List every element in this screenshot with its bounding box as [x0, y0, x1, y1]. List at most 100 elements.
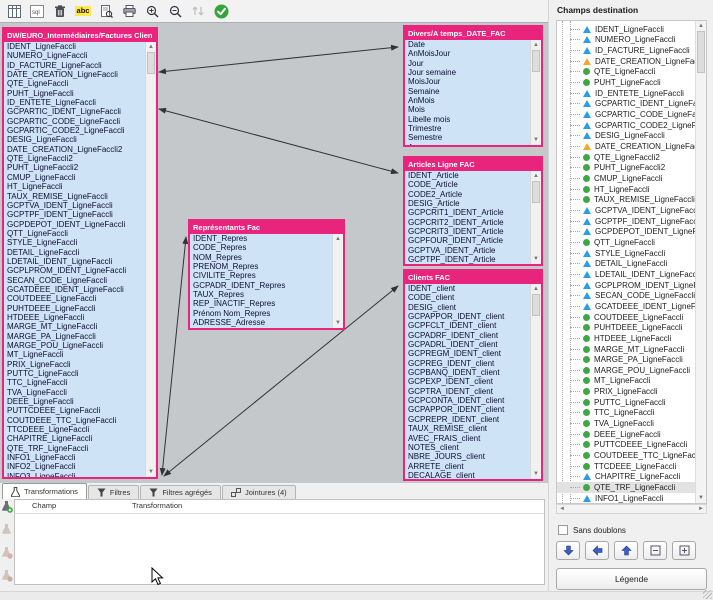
table-title[interactable]: DW/EURO_Intermédiaires/Factures Clien [4, 29, 156, 42]
table-scrollbar[interactable]: ▲ ▼ [530, 40, 541, 145]
table-field[interactable]: STYLE_LigneFaccli [4, 238, 156, 247]
add-transformation-icon[interactable] [1, 500, 13, 518]
destination-field[interactable]: GCPTVA_IDENT_LigneFaccli [557, 205, 706, 216]
table-field[interactable]: HTDEEE_LigneFaccli [4, 313, 156, 322]
entity-table-divers[interactable]: Divers/A temps_DATE_FAC DateAnMoisJourJo… [403, 25, 543, 147]
table-field[interactable]: GCPCRIT1_IDENT_Article [405, 208, 541, 217]
table-field[interactable]: GCPDEPOT_IDENT_LigneFaccli [4, 220, 156, 229]
table-field[interactable]: GCPFCLT_IDENT_client [405, 321, 541, 330]
table-field[interactable]: NUMERO_LigneFaccli [4, 51, 156, 60]
table-field[interactable]: MARGE_MT_LigneFaccli [4, 322, 156, 331]
table-field[interactable]: HT_LigneFaccli [4, 182, 156, 191]
destination-field[interactable]: QTE_LigneFaccli2 [557, 152, 706, 163]
scroll-up-icon[interactable]: ▲ [531, 172, 541, 180]
tab-transformations[interactable]: Transformations [2, 483, 87, 499]
table-field[interactable]: GCATDEEE_IDENT_LigneFaccli [4, 285, 156, 294]
diagram-canvas[interactable]: DW/EURO_Intermédiaires/Factures Clien ID… [0, 22, 548, 483]
join-line[interactable] [159, 47, 398, 72]
zoom-in-icon[interactable] [144, 3, 160, 19]
join-line[interactable] [159, 109, 398, 173]
table-field[interactable]: GCPADRL_IDENT_client [405, 340, 541, 349]
table-field[interactable]: TTC_LigneFaccli [4, 378, 156, 387]
destination-field[interactable]: DEEE_LigneFaccli [557, 429, 706, 440]
destination-field[interactable]: DETAIL_LigneFaccli [557, 258, 706, 269]
table-title[interactable]: Divers/A temps_DATE_FAC [405, 27, 541, 40]
table-field[interactable]: INFO2_LigneFaccli [4, 462, 156, 471]
table-field[interactable]: NOTES_client [405, 443, 541, 452]
table-field[interactable]: QTE_TRF_LigneFaccli [4, 444, 156, 453]
destination-field[interactable]: NUMERO_LigneFaccli [557, 35, 706, 46]
sans-doublons-checkbox[interactable] [558, 525, 568, 535]
table-title[interactable]: Clients FAC [405, 271, 541, 284]
destination-field[interactable]: CHAPITRE_LigneFaccli [557, 472, 706, 483]
destination-field[interactable]: QTE_TRF_LigneFaccli [557, 482, 706, 493]
zoom-out-icon[interactable] [167, 3, 183, 19]
table-field[interactable]: COUTDEEE_TTC_LigneFaccli [4, 416, 156, 425]
table-field[interactable]: PUHT_LigneFaccli2 [4, 163, 156, 172]
destination-field[interactable]: CMUP_LigneFaccli [557, 173, 706, 184]
scroll-up-icon[interactable]: ▲ [696, 22, 706, 30]
table-field[interactable]: QTE_LigneFaccli2 [4, 154, 156, 163]
entity-table-factures[interactable]: DW/EURO_Intermédiaires/Factures Clien ID… [2, 27, 158, 479]
table-field[interactable]: PRIX_LigneFaccli [4, 360, 156, 369]
table-grid-icon[interactable] [6, 3, 22, 19]
destination-field[interactable]: QTE_LigneFaccli [557, 67, 706, 78]
table-field[interactable]: GCPCONTA_IDENT_client [405, 396, 541, 405]
tab-filtres-agreges[interactable]: Filtres agrégés [140, 485, 221, 499]
table-field[interactable]: GCPADRF_IDENT_client [405, 331, 541, 340]
table-field[interactable]: ID_ENTETE_LigneFaccli [4, 98, 156, 107]
destination-field[interactable]: PUTTCDEEE_LigneFaccli [557, 440, 706, 451]
destination-field[interactable]: TAUX_REMISE_LigneFaccli [557, 195, 706, 206]
table-field[interactable]: ADRESSE_Adresse [190, 318, 343, 327]
table-field[interactable]: GCPAPPOR_IDENT_client [405, 312, 541, 321]
table-field[interactable]: INFO1_LigneFaccli [4, 453, 156, 462]
move-down-button[interactable] [556, 541, 580, 560]
table-field[interactable]: AVEC_FRAIS_client [405, 434, 541, 443]
table-field[interactable]: AnMoisJour [405, 49, 541, 58]
table-field[interactable]: TVA_LigneFaccli [4, 388, 156, 397]
table-field[interactable]: SECAN_CODE_LigneFaccli [4, 276, 156, 285]
scroll-thumb[interactable] [532, 50, 540, 72]
destination-field[interactable]: DESIG_LigneFaccli [557, 131, 706, 142]
destination-field[interactable]: HTDEEE_LigneFaccli [557, 333, 706, 344]
scroll-up-icon[interactable]: ▲ [531, 41, 541, 49]
scroll-up-icon[interactable]: ▲ [333, 235, 343, 243]
destination-field[interactable]: LDETAIL_IDENT_LigneFaccli [557, 269, 706, 280]
table-field[interactable]: CIVILITE_Repres [190, 271, 343, 280]
table-field[interactable]: GCPTPF_IDENT_LigneFaccli [4, 210, 156, 219]
tab-filtres[interactable]: Filtres [88, 485, 139, 499]
destination-field[interactable]: GCATDEEE_IDENT_LigneFaccli [557, 301, 706, 312]
table-field[interactable]: COUTDEEE_LigneFaccli [4, 294, 156, 303]
scroll-right-icon[interactable]: ► [698, 506, 704, 512]
table-field[interactable]: CODE_Article [405, 180, 541, 189]
destination-field[interactable]: COUTDEEE_TTC_LigneFaccli [557, 450, 706, 461]
legende-button[interactable]: Légende [556, 568, 707, 590]
entity-table-representants[interactable]: Représentants Fac IDENT_RepresCODE_Repre… [188, 219, 345, 330]
destination-field[interactable]: GCPARTIC_CODE2_LigneFaccli [557, 120, 706, 131]
table-field[interactable]: CODE_Repres [190, 243, 343, 252]
destination-field[interactable]: MARGE_PA_LigneFaccli [557, 354, 706, 365]
destination-field[interactable]: PUHT_LigneFaccli2 [557, 163, 706, 174]
destination-field[interactable]: DATE_CREATION_LigneFaccli [557, 56, 706, 67]
table-field[interactable]: IDENT_client [405, 284, 541, 293]
scroll-left-icon[interactable]: ◄ [559, 506, 565, 512]
destination-field[interactable]: DATE_CREATION_LigneFaccli2 [557, 141, 706, 152]
destination-field[interactable]: ID_ENTETE_LigneFaccli [557, 88, 706, 99]
scroll-thumb[interactable] [532, 294, 540, 316]
table-field[interactable]: CODE2_Article [405, 190, 541, 199]
table-field[interactable]: ARRETE_client [405, 462, 541, 471]
table-field[interactable]: Semaine [405, 87, 541, 96]
destination-field[interactable]: GCPTPF_IDENT_LigneFaccli [557, 216, 706, 227]
table-scrollbar[interactable]: ▲ ▼ [332, 234, 343, 328]
resize-grip[interactable] [703, 590, 712, 599]
table-field[interactable]: QTT_LigneFaccli [4, 229, 156, 238]
table-field[interactable]: AnMois [405, 96, 541, 105]
table-field[interactable]: Date [405, 40, 541, 49]
table-field[interactable]: CMUP_LigneFaccli [4, 173, 156, 182]
destination-field[interactable]: COUTDEEE_LigneFaccli [557, 312, 706, 323]
table-field[interactable]: GCPBANQ_IDENT_client [405, 368, 541, 377]
scroll-down-icon[interactable]: ▼ [696, 494, 706, 502]
table-field[interactable]: PRENOM_Repres [190, 262, 343, 271]
table-field[interactable]: GCPREGM_IDENT_client [405, 349, 541, 358]
table-field[interactable]: INFO3_LigneFaccli [4, 472, 156, 477]
